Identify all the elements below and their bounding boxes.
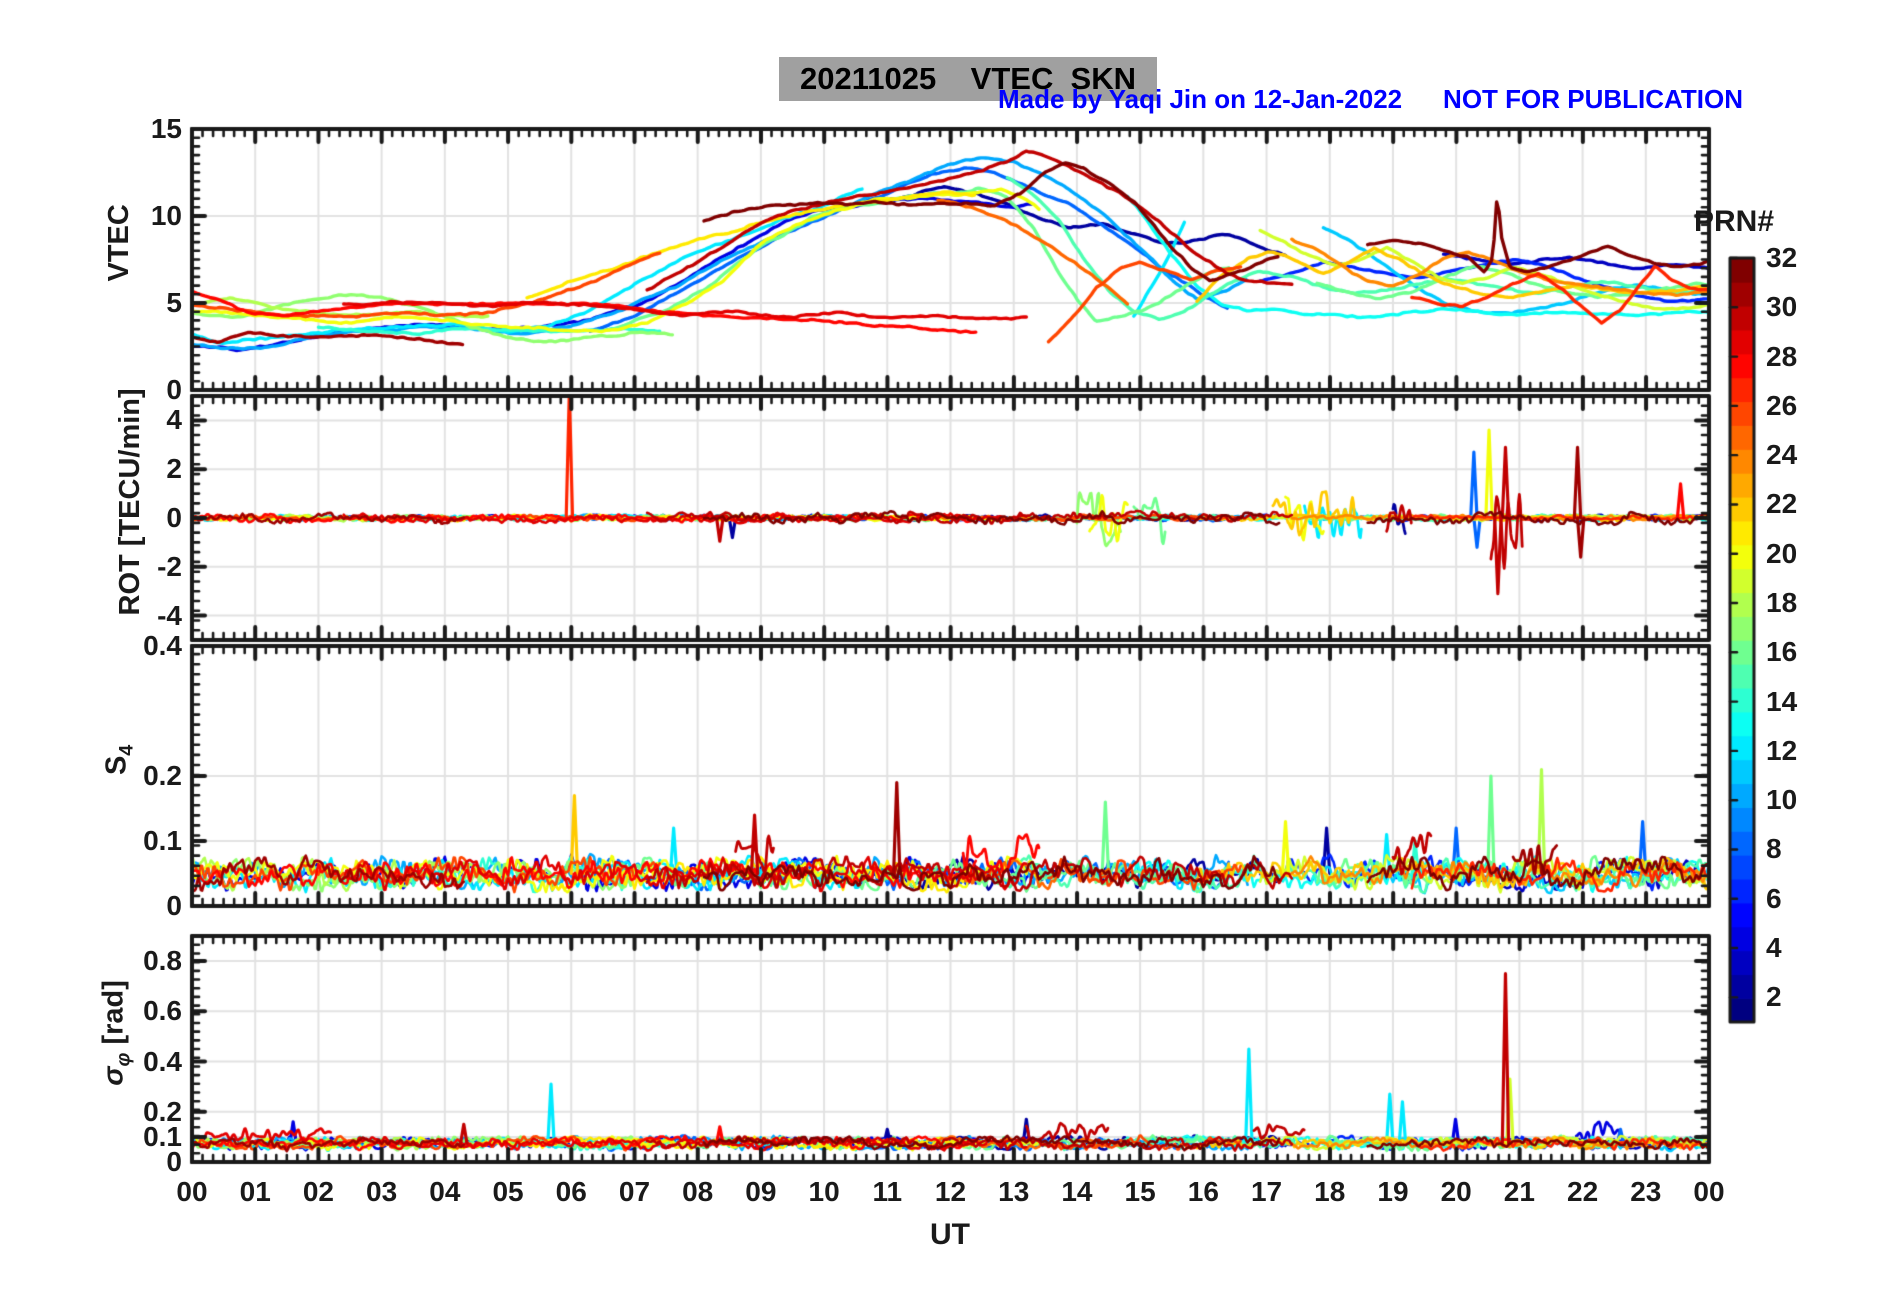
colorbar-tick-label: 2 <box>1766 981 1782 1013</box>
x-tick-label: 19 <box>1377 1176 1409 1207</box>
x-tick-label: 22 <box>1567 1176 1599 1207</box>
colorbar-tick-label: 28 <box>1766 340 1798 372</box>
y-tick-label-rot: -2 <box>157 550 182 582</box>
colorbar-tick-label: 20 <box>1766 537 1798 569</box>
y-tick-label-rot: 2 <box>166 453 182 485</box>
x-tick-label: 15 <box>1124 1176 1156 1207</box>
colorbar-tick-label: 26 <box>1766 389 1798 421</box>
y-tick-label-rot: -4 <box>157 599 182 631</box>
colorbar-tick-label: 24 <box>1766 439 1798 471</box>
x-tick-label: 17 <box>1250 1176 1283 1207</box>
x-tick-label: 09 <box>745 1176 777 1207</box>
x-tick-label: 14 <box>1061 1176 1093 1207</box>
x-tick-label: 04 <box>429 1176 461 1207</box>
colorbar-tick-label: 6 <box>1766 882 1782 914</box>
y-tick-label-s4: 0.1 <box>143 825 182 856</box>
y-tick-label-vtec: 15 <box>150 113 182 144</box>
colorbar-tick-label: 16 <box>1766 636 1798 668</box>
colorbar-tick-label: 8 <box>1766 833 1782 865</box>
x-tick-label: 11 <box>872 1176 903 1207</box>
y-tick-label-s4: 0.4 <box>143 630 182 661</box>
y-tick-label-rot: 4 <box>166 404 182 436</box>
x-tick-label: 16 <box>1187 1176 1219 1207</box>
colorbar-tick-label: 4 <box>1766 932 1782 964</box>
y-tick-label-rot: 0 <box>166 502 182 533</box>
y-tick-label-sigma: 0.6 <box>143 995 182 1027</box>
x-tick-label: 03 <box>366 1176 398 1207</box>
y-tick-label-s4: 0 <box>166 890 182 921</box>
x-axis-label: UT <box>930 1218 970 1251</box>
x-tick-label: 02 <box>302 1176 334 1207</box>
y-tick-label-sigma: 0.8 <box>143 945 182 977</box>
y-tick-label-s4: 0.2 <box>143 760 182 791</box>
x-tick-label: 18 <box>1314 1176 1346 1207</box>
chart-figure: 20211025 VTEC SKN Made by Yaqi Jin on 12… <box>0 0 1902 1292</box>
x-tick-label: 06 <box>555 1176 587 1207</box>
x-tick-label: 13 <box>998 1176 1030 1207</box>
x-tick-label: 20 <box>1440 1176 1472 1207</box>
y-tick-label-vtec: 5 <box>166 287 182 318</box>
y-tick-label-sigma: 0 <box>166 1146 182 1177</box>
colorbar-tick-label: 22 <box>1766 488 1798 520</box>
colorbar-tick-label: 10 <box>1766 784 1798 816</box>
y-tick-label-vtec: 10 <box>150 200 182 231</box>
colorbar-tick-label: 30 <box>1766 291 1798 323</box>
colorbar-tick-label: 12 <box>1766 734 1798 766</box>
x-tick-label: 08 <box>682 1176 714 1207</box>
credit-line: Made by Yaqi Jin on 12-Jan-2022 NOT FOR … <box>998 84 1743 115</box>
x-tick-label: 01 <box>239 1176 271 1207</box>
credit-text: Made by Yaqi Jin on 12-Jan-2022 <box>998 84 1403 114</box>
watermark-text: NOT FOR PUBLICATION <box>1443 84 1743 114</box>
x-tick-label: 21 <box>1503 1176 1535 1207</box>
colorbar-tick-label: 14 <box>1766 685 1798 717</box>
x-tick-label: 23 <box>1630 1176 1662 1207</box>
x-tick-label: 10 <box>808 1176 840 1207</box>
colorbar-tick-label: 18 <box>1766 587 1798 619</box>
x-tick-label: 00 <box>176 1176 208 1207</box>
x-tick-label: 05 <box>492 1176 524 1207</box>
colorbar-tick-label: 32 <box>1766 242 1798 273</box>
plot-canvas <box>0 0 1902 1292</box>
y-tick-label-vtec: 0 <box>166 374 182 405</box>
y-tick-label-sigma: 0.4 <box>143 1045 182 1077</box>
x-tick-label: 07 <box>618 1176 651 1207</box>
x-tick-label: 12 <box>934 1176 967 1207</box>
colorbar-title: PRN# <box>1694 205 1775 238</box>
x-tick-label: 00 <box>1693 1176 1725 1207</box>
